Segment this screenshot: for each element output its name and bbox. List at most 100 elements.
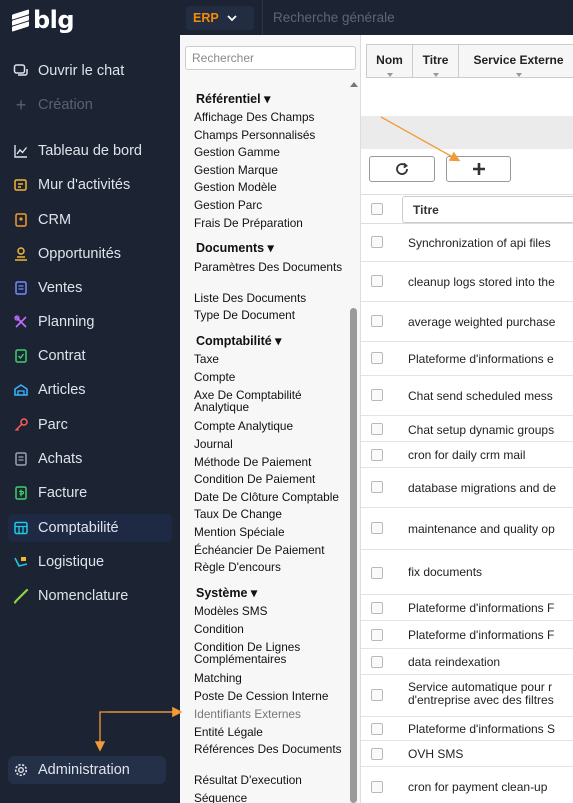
menu-link[interactable]: Matching [194,672,349,685]
menu-section-documents[interactable]: Documents ▾ [196,240,274,255]
menu-link[interactable]: Condition [194,623,349,636]
row-checkbox[interactable] [371,689,383,701]
sidebar-item-purchases[interactable]: Achats [12,445,168,473]
sidebar-item-creation[interactable]: + Création [12,91,168,119]
menu-link[interactable]: Liste Des Documents [194,292,349,305]
menu-link[interactable]: Entité Légale [194,726,349,739]
refresh-button[interactable] [369,156,435,182]
menu-link[interactable]: Modèles SMS [194,605,349,618]
row-checkbox[interactable] [371,236,383,248]
module-select[interactable]: ERP [186,5,254,30]
table-row[interactable]: Service automatique pour r d'entreprise a… [361,675,573,717]
sidebar-item-activity-wall[interactable]: Mur d'activités [12,171,168,199]
menu-link[interactable]: Mention Spéciale [194,526,349,539]
select-all-checkbox[interactable] [371,203,383,215]
table-row[interactable]: Synchronization of api files [361,224,573,262]
menu-link[interactable]: Références Des Documents [194,743,349,756]
table-row[interactable]: maintenance and quality op [361,508,573,550]
menu-link[interactable]: Compte [194,371,349,384]
table-row[interactable]: Plateforme d'informations F [361,595,573,621]
table-row[interactable]: cron for daily crm mail [361,442,573,468]
sidebar-item-dashboard[interactable]: Tableau de bord [12,137,168,165]
menu-link[interactable]: Type De Document [194,309,349,322]
menu-link[interactable]: Frais De Préparation [194,217,349,230]
menu-link[interactable]: Condition De Lignes Complémentaires [194,641,349,665]
row-checkbox[interactable] [371,748,383,760]
menu-link[interactable]: Résultat D'execution [194,774,349,787]
sidebar-item-opportunities[interactable]: Opportunités [12,240,168,268]
menu-link[interactable]: Taxe [194,353,349,366]
row-checkbox[interactable] [371,781,383,793]
sidebar-item-contract[interactable]: Contrat [12,342,168,370]
sidebar-item-administration[interactable]: Administration [8,756,166,784]
menu-link[interactable]: Méthode De Paiement [194,456,349,469]
table-row[interactable]: fix documents [361,550,573,595]
row-checkbox[interactable] [371,656,383,668]
row-checkbox[interactable] [371,389,383,401]
scrollbar-thumb[interactable] [350,308,357,803]
row-checkbox[interactable] [371,352,383,364]
menu-link[interactable]: Gestion Parc [194,199,349,212]
sidebar-item-sales[interactable]: Ventes [12,274,168,302]
menu-link[interactable]: Affichage Des Champs [194,111,349,124]
menu-scrollbar[interactable] [349,78,359,803]
sidebar-item-invoice[interactable]: Facture [12,479,168,507]
menu-link[interactable]: Journal [194,438,349,451]
table-row[interactable]: Plateforme d'informations e [361,342,573,376]
menu-link[interactable]: Compte Analytique [194,420,349,433]
row-checkbox[interactable] [371,449,383,461]
table-row[interactable]: Chat send scheduled mess [361,376,573,416]
row-checkbox[interactable] [371,423,383,435]
column-header-titre[interactable]: Titre [412,44,458,78]
menu-link[interactable]: Condition De Paiement [194,473,349,486]
table-row[interactable]: average weighted purchase [361,302,573,342]
title-filter-input[interactable]: Titre [402,196,573,223]
menu-link[interactable]: Date De Clôture Comptable [194,491,349,504]
menu-link[interactable]: Échéancier De Paiement [194,544,349,557]
scroll-up-arrow-icon[interactable] [350,82,358,87]
menu-link[interactable]: Gestion Marque [194,164,349,177]
menu-link[interactable]: Gestion Modèle [194,181,349,194]
menu-link[interactable]: Poste De Cession Interne [194,690,349,703]
menu-link[interactable]: Champs Personnalisés [194,129,349,142]
menu-link[interactable]: Séquence [194,792,349,803]
row-checkbox[interactable] [371,275,383,287]
menu-section-comptabilite[interactable]: Comptabilité ▾ [196,333,281,348]
sidebar-item-articles[interactable]: Articles [12,376,168,404]
sidebar-item-parc[interactable]: Parc [12,411,168,439]
column-header-nom[interactable]: Nom [366,44,412,78]
table-row[interactable]: data reindexation [361,649,573,675]
table-row[interactable]: cleanup logs stored into the [361,262,573,302]
table-row[interactable]: Plateforme d'informations F [361,621,573,649]
menu-link-external-ids[interactable]: Identifiants Externes [194,708,349,721]
row-checkbox[interactable] [371,481,383,493]
sidebar-item-open-chat[interactable]: Ouvrir le chat [12,57,168,85]
sidebar-item-planning[interactable]: Planning [12,308,168,336]
row-checkbox[interactable] [371,602,383,614]
menu-link[interactable]: Axe De Comptabilité Analytique [194,389,349,413]
table-row[interactable]: cron for payment clean-up [361,767,573,803]
column-header-service-externe[interactable]: Service Externe [458,44,573,78]
menu-link[interactable]: Gestion Gamme [194,146,349,159]
menu-link[interactable]: Taux De Change [194,508,349,521]
row-checkbox[interactable] [371,723,383,735]
table-row[interactable]: database migrations and de [361,468,573,508]
row-checkbox[interactable] [371,629,383,641]
table-row[interactable]: Plateforme d'informations S [361,717,573,741]
menu-link[interactable]: Règle D'encours [194,561,349,574]
table-row[interactable]: OVH SMS [361,741,573,767]
sidebar-item-crm[interactable]: CRM [12,206,168,234]
menu-section-referentiel[interactable]: Référentiel ▾ [196,91,270,106]
menu-section-systeme[interactable]: Système ▾ [196,585,257,600]
global-search-input[interactable]: Recherche générale [273,10,395,25]
sidebar-item-nomenclature[interactable]: Nomenclature [12,582,168,610]
table-row[interactable]: Chat setup dynamic groups [361,416,573,442]
app-logo[interactable]: blg [12,6,75,34]
menu-search-input[interactable] [185,46,356,70]
row-checkbox[interactable] [371,522,383,534]
add-button[interactable] [446,156,511,182]
row-checkbox[interactable] [371,567,383,579]
menu-link[interactable]: Paramètres Des Documents [194,261,349,274]
row-checkbox[interactable] [371,315,383,327]
sidebar-item-logistics[interactable]: Logistique [12,548,168,576]
